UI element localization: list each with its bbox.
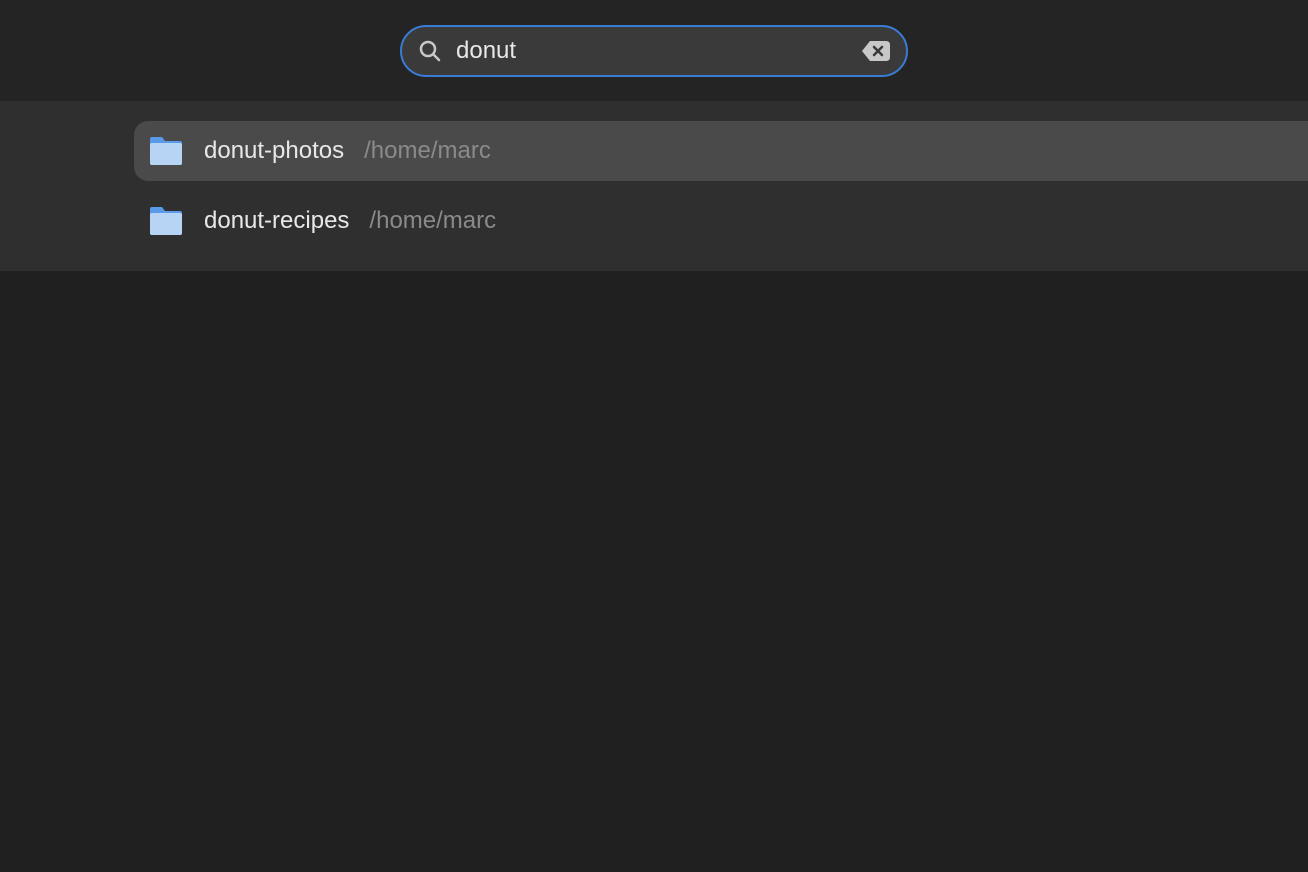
search-header [0,0,1308,101]
search-container [400,25,908,77]
folder-icon [148,135,184,167]
result-path: /home/marc [364,137,491,165]
result-item[interactable]: donut-recipes /home/marc [0,191,1308,251]
folder-icon [148,205,184,237]
results-container: donut-photos /home/marc donut-recipes /h… [0,101,1308,271]
clear-button[interactable] [862,41,890,61]
result-name: donut-recipes [204,207,349,235]
result-name: donut-photos [204,137,344,165]
result-item[interactable]: donut-photos /home/marc [134,121,1308,181]
result-path: /home/marc [369,207,496,235]
search-input[interactable] [456,37,848,65]
search-icon [418,39,442,63]
